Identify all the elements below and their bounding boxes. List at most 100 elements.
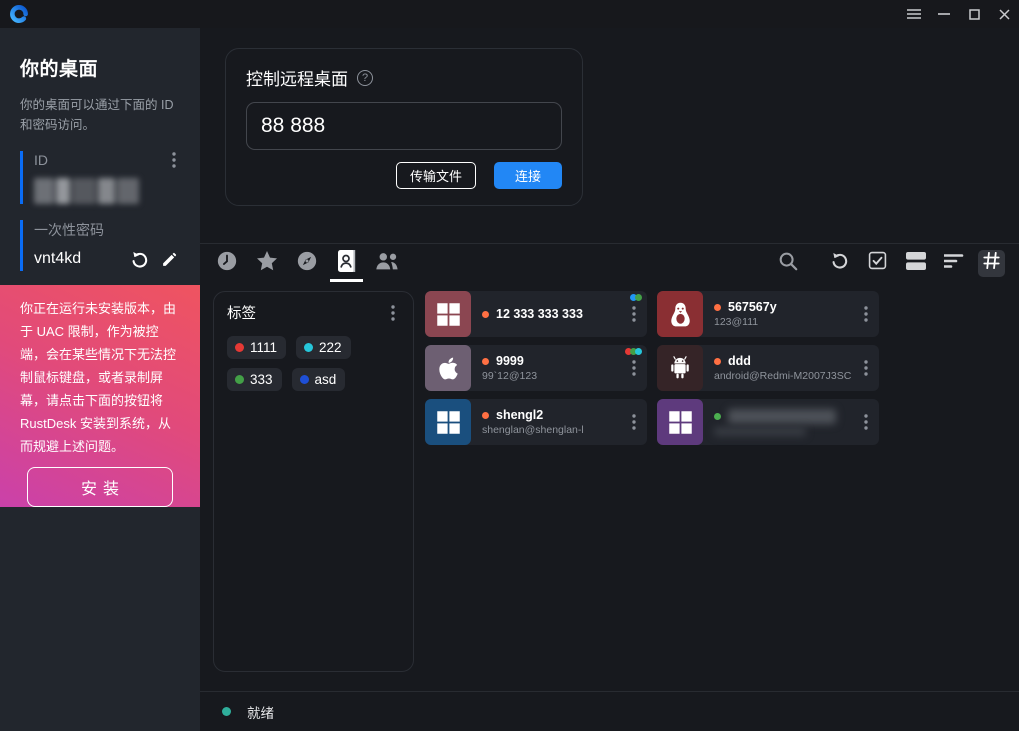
tab-group[interactable] bbox=[373, 250, 400, 277]
peer-tag-dots bbox=[632, 294, 642, 301]
password-label: 一次性密码 bbox=[34, 220, 104, 240]
sidebar-title: 你的桌面 bbox=[20, 54, 181, 81]
tab-discovered[interactable] bbox=[293, 250, 320, 277]
people-icon bbox=[374, 250, 400, 277]
sidebar-description: 你的桌面可以通过下面的 ID 和密码访问。 bbox=[20, 95, 184, 135]
hamburger-menu-icon[interactable] bbox=[899, 0, 929, 28]
toolbar-card-view-button[interactable] bbox=[902, 250, 929, 277]
peer-card[interactable]: 567567y123@111 bbox=[657, 291, 879, 337]
hash-grid-icon bbox=[983, 252, 1000, 274]
remote-id-input[interactable] bbox=[246, 102, 562, 150]
tag-color-dot bbox=[300, 375, 309, 384]
tab-address-book[interactable] bbox=[333, 250, 360, 277]
status-bar: 就绪 bbox=[200, 691, 1019, 731]
peer-status-dot bbox=[482, 358, 489, 365]
tag-color-dot bbox=[235, 375, 244, 384]
clock-icon bbox=[216, 250, 238, 277]
install-warning-banner: 你正在运行未安装版本，由于 UAC 限制，作为被控端，会在某些情况下无法控制鼠标… bbox=[0, 285, 200, 507]
control-remote-card: 控制远程桌面 ? 传输文件 连接 bbox=[225, 48, 583, 206]
peer-name: 567567y bbox=[728, 300, 777, 314]
peer-info: shengl2shenglan@shenglan-l bbox=[471, 399, 621, 445]
peer-card[interactable]: 12 333 333 333 bbox=[425, 291, 647, 337]
peer-subtitle-redacted bbox=[714, 427, 806, 436]
close-icon[interactable] bbox=[989, 0, 1019, 28]
password-value: vnt4kd bbox=[34, 250, 121, 268]
edit-password-icon[interactable] bbox=[157, 247, 181, 271]
transfer-file-button[interactable]: 传输文件 bbox=[396, 162, 476, 189]
tag-chip[interactable]: 222 bbox=[296, 336, 351, 359]
peer-subtitle: android@Redmi-M2007J3SC bbox=[714, 370, 853, 382]
refresh-icon bbox=[830, 251, 849, 275]
tag-color-dot bbox=[304, 343, 313, 352]
toolbar-sort-button[interactable] bbox=[940, 250, 967, 277]
peer-name: 9999 bbox=[496, 354, 524, 368]
peer-menu-icon[interactable] bbox=[853, 291, 879, 337]
peer-name: shengl2 bbox=[496, 408, 543, 422]
peer-menu-icon[interactable] bbox=[853, 345, 879, 391]
maximize-icon[interactable] bbox=[959, 0, 989, 28]
peer-status-dot bbox=[714, 358, 721, 365]
refresh-password-icon[interactable] bbox=[127, 247, 151, 271]
peer-card[interactable] bbox=[657, 399, 879, 445]
tags-panel: 标签 1111 222 333 asd bbox=[213, 291, 414, 672]
checkbox-checked-icon bbox=[868, 251, 887, 275]
peer-card[interactable]: shengl2shenglan@shenglan-l bbox=[425, 399, 647, 445]
windows-os-icon bbox=[425, 291, 471, 337]
tag-chip[interactable]: 333 bbox=[227, 368, 282, 391]
tags-title: 标签 bbox=[227, 302, 256, 323]
sort-lines-icon bbox=[944, 254, 964, 273]
warning-text: 你正在运行未安装版本，由于 UAC 限制，作为被控端，会在某些情况下无法控制鼠标… bbox=[20, 297, 180, 458]
peer-status-dot bbox=[482, 311, 489, 318]
tags-menu-icon[interactable] bbox=[386, 304, 400, 322]
control-remote-title: 控制远程桌面 bbox=[246, 65, 348, 90]
peer-info: 567567y123@111 bbox=[703, 291, 853, 337]
peer-name: ddd bbox=[728, 354, 751, 368]
id-menu-icon[interactable] bbox=[167, 151, 181, 169]
tag-label: 1111 bbox=[250, 340, 277, 355]
tag-chip[interactable]: asd bbox=[292, 368, 346, 391]
peer-menu-icon[interactable] bbox=[853, 399, 879, 445]
peer-name-redacted bbox=[728, 409, 836, 424]
status-text: 就绪 bbox=[247, 702, 274, 722]
minimize-icon[interactable] bbox=[929, 0, 959, 28]
tag-label: asd bbox=[315, 372, 337, 387]
star-icon bbox=[255, 249, 279, 278]
peer-status-dot bbox=[482, 412, 489, 419]
tag-label: 222 bbox=[319, 340, 342, 355]
search-icon bbox=[777, 250, 799, 277]
browse-area: 标签 1111 222 333 asd 12 333 333 333 567567y12… bbox=[200, 282, 1019, 691]
connect-button[interactable]: 连接 bbox=[494, 162, 562, 189]
title-bar bbox=[0, 0, 1019, 28]
sidebar: 你的桌面 你的桌面可以通过下面的 ID 和密码访问。 ID 一次性密码 vnt4… bbox=[0, 28, 200, 731]
peer-grid: 12 333 333 333 567567y123@111 9999 99`12@12… bbox=[425, 291, 885, 691]
cards-view-icon bbox=[906, 252, 926, 275]
peer-tab-bar bbox=[200, 244, 1019, 282]
rustdesk-logo-icon bbox=[9, 4, 29, 24]
tag-chip[interactable]: 1111 bbox=[227, 336, 286, 359]
address-book-icon bbox=[336, 249, 358, 278]
peer-menu-icon[interactable] bbox=[621, 399, 647, 445]
id-value-redacted bbox=[34, 178, 146, 204]
compass-icon bbox=[296, 250, 318, 277]
toolbar-search-button[interactable] bbox=[774, 250, 801, 277]
peer-card[interactable]: 9999 99`12@123 bbox=[425, 345, 647, 391]
toolbar-grid-view-button[interactable] bbox=[978, 250, 1005, 277]
toolbar-refresh-button[interactable] bbox=[826, 250, 853, 277]
tab-favorites[interactable] bbox=[253, 250, 280, 277]
toolbar-select-button[interactable] bbox=[864, 250, 891, 277]
linux-os-icon bbox=[657, 291, 703, 337]
peer-info: 9999 99`12@123 bbox=[471, 345, 621, 391]
windows-os-icon bbox=[657, 399, 703, 445]
question-circle-icon[interactable]: ? bbox=[357, 70, 373, 86]
tab-recent-sessions[interactable] bbox=[213, 250, 240, 277]
peer-card[interactable]: ddd android@Redmi-M2007J3SC bbox=[657, 345, 879, 391]
windows-os-icon bbox=[425, 399, 471, 445]
tag-color-dot bbox=[235, 343, 244, 352]
android-os-icon bbox=[657, 345, 703, 391]
install-button[interactable]: 安装 bbox=[27, 467, 173, 507]
id-label: ID bbox=[34, 152, 48, 168]
peer-status-dot bbox=[714, 304, 721, 311]
password-block: 一次性密码 vnt4kd bbox=[20, 220, 181, 271]
peer-subtitle: 99`12@123 bbox=[482, 370, 621, 382]
apple-os-icon bbox=[425, 345, 471, 391]
